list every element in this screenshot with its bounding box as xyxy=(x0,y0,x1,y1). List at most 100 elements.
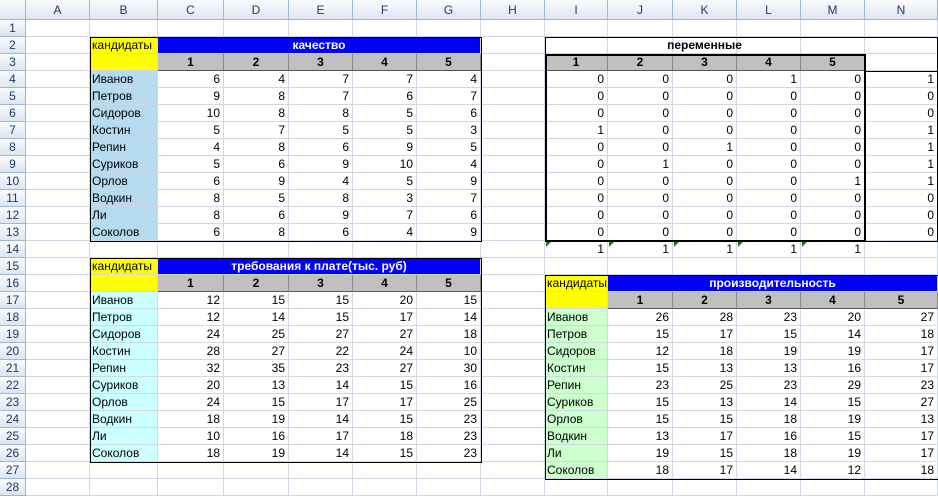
table_productivity-value[interactable]: 16 xyxy=(801,360,865,377)
table_quality-value[interactable]: 8 xyxy=(224,88,289,105)
table_vars-value[interactable]: 0 xyxy=(545,173,608,190)
table_productivity-value[interactable]: 15 xyxy=(608,411,673,428)
empty-cell[interactable] xyxy=(481,173,545,190)
table_quality-value[interactable]: 6 xyxy=(289,139,353,156)
table_salary-value[interactable]: 27 xyxy=(353,326,417,343)
table_vars-value[interactable]: 0 xyxy=(608,88,673,105)
table_quality-value[interactable]: 6 xyxy=(158,173,224,190)
empty-cell[interactable] xyxy=(801,479,865,496)
empty-cell[interactable] xyxy=(26,54,90,71)
empty-cell[interactable] xyxy=(90,20,158,37)
empty-cell[interactable] xyxy=(737,20,801,37)
empty-cell[interactable] xyxy=(608,20,673,37)
table_quality-value[interactable]: 7 xyxy=(289,71,353,88)
table_quality-name[interactable]: Иванов xyxy=(90,71,158,88)
table_vars-value[interactable]: 1 xyxy=(608,156,673,173)
empty-cell[interactable] xyxy=(608,258,673,275)
table_productivity-name[interactable]: Репин xyxy=(545,377,608,394)
table_vars-value[interactable]: 0 xyxy=(737,190,801,207)
table_quality-value[interactable]: 3 xyxy=(417,122,481,139)
table_quality-title[interactable]: качество xyxy=(158,37,481,54)
table_productivity-name[interactable]: Ли xyxy=(545,445,608,462)
table_productivity-value[interactable]: 17 xyxy=(865,360,938,377)
row-header-28[interactable]: 28 xyxy=(0,479,26,496)
table_vars-col-header[interactable]: 1 xyxy=(545,54,608,71)
empty-cell[interactable] xyxy=(26,156,90,173)
empty-cell[interactable] xyxy=(224,462,289,479)
table_productivity-value[interactable]: 18 xyxy=(865,326,938,343)
empty-cell[interactable] xyxy=(26,88,90,105)
table_salary-value[interactable]: 15 xyxy=(289,292,353,309)
row-header-16[interactable]: 16 xyxy=(0,275,26,292)
empty-cell[interactable] xyxy=(224,241,289,258)
table_salary-value[interactable]: 17 xyxy=(353,309,417,326)
empty-cell[interactable] xyxy=(26,122,90,139)
table_quality-corner-blank[interactable] xyxy=(90,54,158,71)
table_vars-value[interactable]: 0 xyxy=(673,71,737,88)
table_vars-value[interactable]: 0 xyxy=(801,156,865,173)
table_salary-value[interactable]: 17 xyxy=(353,394,417,411)
table_salary-name[interactable]: Суриков xyxy=(90,377,158,394)
table_salary-value[interactable]: 12 xyxy=(158,309,224,326)
empty-cell[interactable] xyxy=(481,377,545,394)
table_quality-value[interactable]: 9 xyxy=(417,224,481,241)
table_vars-value[interactable]: 0 xyxy=(673,190,737,207)
empty-cell[interactable] xyxy=(289,241,353,258)
row-header-8[interactable]: 8 xyxy=(0,139,26,156)
empty-cell[interactable] xyxy=(26,479,90,496)
empty-cell[interactable] xyxy=(289,462,353,479)
empty-cell[interactable] xyxy=(90,479,158,496)
table_quality-col-header[interactable]: 4 xyxy=(353,54,417,71)
empty-cell[interactable] xyxy=(289,479,353,496)
empty-cell[interactable] xyxy=(481,88,545,105)
table_vars-row-sum[interactable]: 0 xyxy=(865,105,938,122)
table_productivity-value[interactable]: 17 xyxy=(673,462,737,479)
table_quality-value[interactable]: 8 xyxy=(224,139,289,156)
table_salary-value[interactable]: 15 xyxy=(224,292,289,309)
row-header-3[interactable]: 3 xyxy=(0,54,26,71)
table_quality-name[interactable]: Петров xyxy=(90,88,158,105)
table_quality-value[interactable]: 6 xyxy=(158,71,224,88)
table_salary-col-header[interactable]: 2 xyxy=(224,275,289,292)
table_salary-value[interactable]: 17 xyxy=(289,394,353,411)
table_quality-value[interactable]: 5 xyxy=(289,122,353,139)
table_salary-col-header[interactable]: 3 xyxy=(289,275,353,292)
empty-cell[interactable] xyxy=(737,258,801,275)
table_quality-value[interactable]: 5 xyxy=(353,105,417,122)
table_salary-name[interactable]: Ли xyxy=(90,428,158,445)
empty-cell[interactable] xyxy=(417,20,481,37)
table_productivity-value[interactable]: 29 xyxy=(801,377,865,394)
empty-cell[interactable] xyxy=(353,462,417,479)
table_salary-value[interactable]: 14 xyxy=(289,377,353,394)
table_salary-value[interactable]: 24 xyxy=(353,343,417,360)
table_productivity-value[interactable]: 18 xyxy=(737,411,801,428)
table_salary-value[interactable]: 24 xyxy=(158,394,224,411)
column-header-H[interactable]: H xyxy=(481,0,545,20)
row-header-14[interactable]: 14 xyxy=(0,241,26,258)
table_vars-col-sum[interactable]: 1 xyxy=(608,241,673,258)
table_productivity-col-header[interactable]: 2 xyxy=(673,292,737,309)
table_quality-value[interactable]: 10 xyxy=(158,105,224,122)
table_quality-value[interactable]: 4 xyxy=(224,71,289,88)
empty-cell[interactable] xyxy=(481,275,545,292)
table_quality-value[interactable]: 6 xyxy=(224,207,289,224)
table_productivity-col-header[interactable]: 4 xyxy=(801,292,865,309)
row-header-7[interactable]: 7 xyxy=(0,122,26,139)
table_quality-value[interactable]: 9 xyxy=(417,173,481,190)
table_productivity-col-header[interactable]: 1 xyxy=(608,292,673,309)
table_vars-row-sum[interactable]: 0 xyxy=(865,207,938,224)
table_salary-name[interactable]: Костин xyxy=(90,343,158,360)
table_vars-col-header[interactable]: 3 xyxy=(673,54,737,71)
empty-cell[interactable] xyxy=(353,20,417,37)
table_vars-value[interactable]: 0 xyxy=(737,224,801,241)
table_salary-value[interactable]: 35 xyxy=(224,360,289,377)
table_quality-name[interactable]: Суриков xyxy=(90,156,158,173)
empty-cell[interactable] xyxy=(481,224,545,241)
table_quality-value[interactable]: 7 xyxy=(353,207,417,224)
table_vars-value[interactable]: 1 xyxy=(545,122,608,139)
table_vars-value[interactable]: 0 xyxy=(673,122,737,139)
table_salary-value[interactable]: 23 xyxy=(417,428,481,445)
empty-cell[interactable] xyxy=(26,275,90,292)
empty-cell[interactable] xyxy=(481,394,545,411)
table_productivity-value[interactable]: 17 xyxy=(673,428,737,445)
